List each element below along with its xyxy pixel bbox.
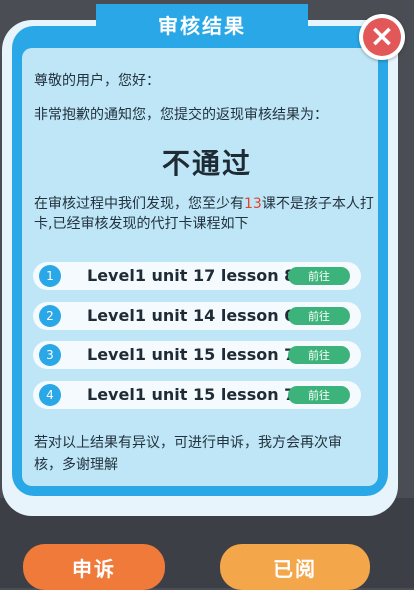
lesson-row: 1 Level1 unit 17 lesson 85 前往 xyxy=(33,262,361,290)
go-button[interactable]: 前往 xyxy=(288,346,350,364)
go-button[interactable]: 前往 xyxy=(288,267,350,285)
lesson-title: Level1 unit 15 lesson 76 xyxy=(87,385,307,404)
close-button[interactable]: × xyxy=(359,14,405,60)
lesson-title: Level1 unit 14 lesson 68 xyxy=(87,306,307,325)
read-button[interactable]: 已阅 xyxy=(220,544,370,590)
lesson-index-badge: 1 xyxy=(39,265,61,287)
notice-text: 非常抱歉的通知您，您提交的返现审核结果为： xyxy=(34,107,328,123)
go-button[interactable]: 前往 xyxy=(288,386,350,404)
result-status: 不通过 xyxy=(161,147,252,180)
detail-prefix: 在审核过程中我们发现，您至少有 xyxy=(34,196,244,212)
appeal-note: 若对以上结果有异议，可进行申诉，我方会再次审核，多谢理解 xyxy=(34,435,342,473)
detail-count: 13 xyxy=(244,196,262,212)
lesson-row: 4 Level1 unit 15 lesson 76 前往 xyxy=(33,381,361,409)
lesson-row: 2 Level1 unit 14 lesson 68 前往 xyxy=(33,302,361,330)
modal-title-tab: 审核结果 xyxy=(96,4,308,44)
lesson-index-badge: 4 xyxy=(39,384,61,406)
lesson-index-badge: 3 xyxy=(39,344,61,366)
lesson-index-badge: 2 xyxy=(39,305,61,327)
go-button[interactable]: 前往 xyxy=(288,307,350,325)
appeal-button[interactable]: 申诉 xyxy=(23,544,165,590)
lesson-title: Level1 unit 17 lesson 85 xyxy=(87,266,307,285)
greeting-text: 尊敬的用户，您好： xyxy=(34,73,160,89)
close-icon: × xyxy=(363,18,401,56)
modal-title: 审核结果 xyxy=(158,13,246,38)
detail-text: 在审核过程中我们发现，您至少有13课不是孩子本人打卡,已经审核发现的代打卡课程如… xyxy=(34,194,374,234)
lesson-title: Level1 unit 15 lesson 74 xyxy=(87,345,307,364)
lesson-row: 3 Level1 unit 15 lesson 74 前往 xyxy=(33,341,361,369)
